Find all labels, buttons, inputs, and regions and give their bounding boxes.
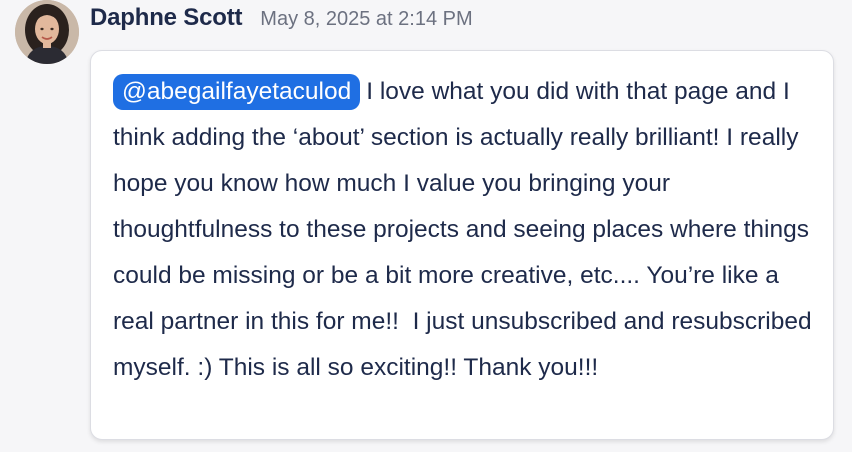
message-timestamp[interactable]: May 8, 2025 at 2:14 PM (260, 8, 472, 31)
avatar[interactable] (15, 0, 79, 64)
message-body: I love what you did with that page and I… (113, 78, 819, 381)
message-text: @abegailfayetaculod I love what you did w… (113, 69, 813, 391)
message-bubble: @abegailfayetaculod I love what you did w… (90, 50, 834, 440)
author-name[interactable]: Daphne Scott (90, 4, 242, 32)
user-mention[interactable]: @abegailfayetaculod (113, 74, 361, 110)
user-avatar-photo-icon (15, 0, 79, 64)
message-header: Daphne Scott May 8, 2025 at 2:14 PM (90, 4, 473, 38)
